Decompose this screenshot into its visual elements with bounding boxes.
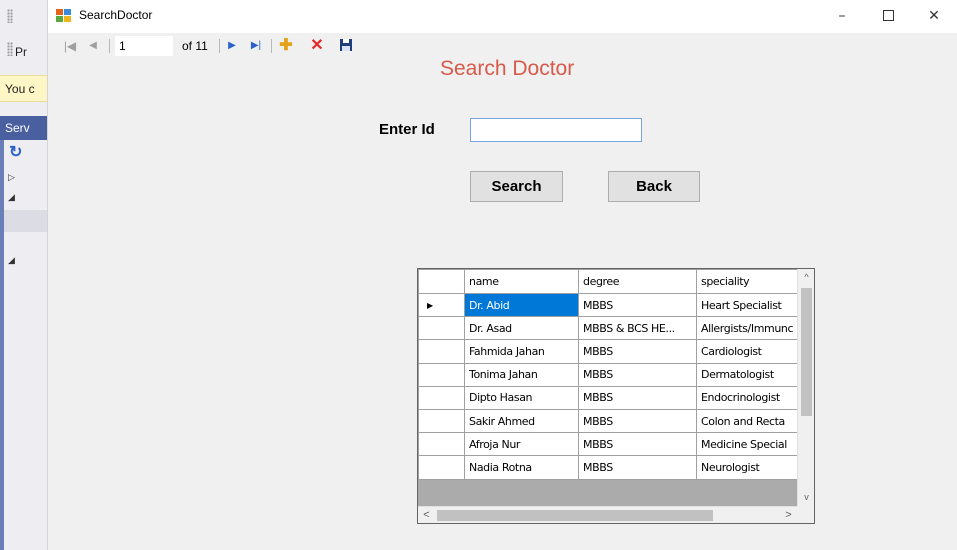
cell-speciality[interactable]: Allergists/Immunc [695,316,799,341]
column-header-speciality[interactable]: speciality [695,269,799,294]
toolbar-grip-icon [7,9,13,23]
cell-degree[interactable]: MBBS [578,292,697,318]
ide-side-bar [0,140,4,550]
enter-id-label: Enter Id [379,121,435,138]
search-button[interactable]: Search [470,171,563,202]
table-row[interactable]: Nadia Rotna MBBS Neurologist [418,455,799,480]
maximize-icon [882,9,894,21]
cell-name[interactable]: Dr. Abid [464,292,579,318]
save-icon[interactable] [340,39,352,51]
toolbar-separator [109,39,110,53]
position-input[interactable]: 1 [115,36,173,56]
doctor-data-grid[interactable]: name degree speciality ▶ Dr. Abid MBBS H… [417,268,815,524]
ide-tree-band [0,210,47,232]
toolbar-separator [219,39,220,53]
toolbar-separator [271,39,272,53]
vertical-scroll-thumb[interactable] [801,288,812,416]
search-doctor-window: SearchDoctor – ✕ |◀ ◀ 1 of 11 ▶ ▶| ✚ ✕ S… [48,0,957,550]
table-row[interactable]: Tonima Jahan MBBS Dermatologist [418,362,799,387]
minimize-button[interactable]: – [819,0,865,33]
cell-speciality[interactable]: Endocrinologist [695,385,799,410]
cell-speciality[interactable]: Colon and Recta [695,408,799,434]
move-next-button[interactable]: ▶ [225,37,239,55]
cell-speciality[interactable]: Dermatologist [695,362,799,387]
cell-name[interactable]: Dipto Hasan [464,385,579,410]
cell-degree[interactable]: MBBS [578,362,697,387]
refresh-icon[interactable]: ↻ [9,142,22,162]
ide-info-text: You c [5,82,35,96]
move-first-button[interactable]: |◀ [62,37,78,55]
scroll-down-icon[interactable]: v [798,489,814,506]
grid-table: name degree speciality ▶ Dr. Abid MBBS H… [418,269,799,480]
maximize-button[interactable] [865,0,911,33]
table-row[interactable]: Sakir Ahmed MBBS Colon and Recta [418,408,799,434]
horizontal-scrollbar[interactable]: < > [418,506,797,523]
form-app-icon [56,9,72,23]
row-header[interactable] [418,316,465,341]
ide-tab-fragment: Pr [15,45,27,59]
delete-button[interactable]: ✕ [308,37,326,55]
ide-info-bar: You c [0,75,47,102]
page-title: Search Doctor [440,57,575,80]
table-row[interactable]: Dr. Asad MBBS & BCS HE... Allergists/Imm… [418,316,799,341]
minimize-icon: – [838,8,846,24]
tree-expand-icon[interactable]: ▷ [8,172,15,183]
title-bar: SearchDoctor – ✕ [48,0,957,33]
current-row-indicator-icon[interactable]: ▶ [418,292,465,318]
cell-degree[interactable]: MBBS & BCS HE... [578,316,697,341]
cell-degree[interactable]: MBBS [578,408,697,434]
scroll-right-icon[interactable]: > [780,507,797,523]
add-new-button[interactable]: ✚ [277,37,295,55]
cell-name[interactable]: Sakir Ahmed [464,408,579,434]
table-row[interactable]: Dipto Hasan MBBS Endocrinologist [418,385,799,410]
row-header[interactable] [418,455,465,480]
cell-name[interactable]: Nadia Rotna [464,455,579,480]
window-title: SearchDoctor [79,8,153,22]
id-input[interactable] [470,118,642,142]
cell-degree[interactable]: MBBS [578,455,697,480]
cell-speciality[interactable]: Heart Specialist [695,292,799,318]
back-button[interactable]: Back [608,171,700,202]
vertical-scrollbar[interactable]: ^ v [797,269,814,506]
table-row[interactable]: Afroja Nur MBBS Medicine Special [418,432,799,457]
cell-name[interactable]: Fahmida Jahan [464,339,579,364]
count-label: of 11 [182,39,208,53]
row-header-corner[interactable] [418,269,465,294]
scrollbar-corner [797,506,814,523]
ide-panel-header: Serv [0,116,47,140]
cell-degree[interactable]: MBBS [578,432,697,457]
close-button[interactable]: ✕ [911,0,957,33]
tree-collapse-icon[interactable]: ◢ [8,192,15,203]
table-row[interactable]: ▶ Dr. Abid MBBS Heart Specialist [418,292,799,318]
cell-degree[interactable]: MBBS [578,385,697,410]
background-ide-panel: Pr You c Serv ↻ ▷ ◢ ◢ [0,0,48,550]
tree-collapse-icon[interactable]: ◢ [8,255,15,266]
cell-speciality[interactable]: Neurologist [695,455,799,480]
grid-header-row: name degree speciality [418,269,799,294]
ide-panel-title: Serv [5,121,30,135]
horizontal-scroll-thumb[interactable] [437,510,713,521]
cell-name[interactable]: Dr. Asad [464,316,579,341]
cell-speciality[interactable]: Cardiologist [695,339,799,364]
column-header-name[interactable]: name [464,269,579,294]
move-previous-button[interactable]: ◀ [86,37,100,55]
move-last-button[interactable]: ▶| [247,37,265,55]
row-header[interactable] [418,362,465,387]
page-title-container: Search Doctor [48,55,957,80]
cell-name[interactable]: Afroja Nur [464,432,579,457]
close-icon: ✕ [928,8,940,24]
row-header[interactable] [418,385,465,410]
cell-speciality[interactable]: Medicine Special [695,432,799,457]
cell-degree[interactable]: MBBS [578,339,697,364]
scroll-left-icon[interactable]: < [418,507,435,523]
table-row[interactable]: Fahmida Jahan MBBS Cardiologist [418,339,799,364]
cell-name[interactable]: Tonima Jahan [464,362,579,387]
scroll-up-icon[interactable]: ^ [798,269,814,286]
toolbar-grip-icon [7,42,13,56]
row-header[interactable] [418,339,465,364]
row-header[interactable] [418,408,465,434]
row-header[interactable] [418,432,465,457]
column-header-degree[interactable]: degree [578,269,697,294]
